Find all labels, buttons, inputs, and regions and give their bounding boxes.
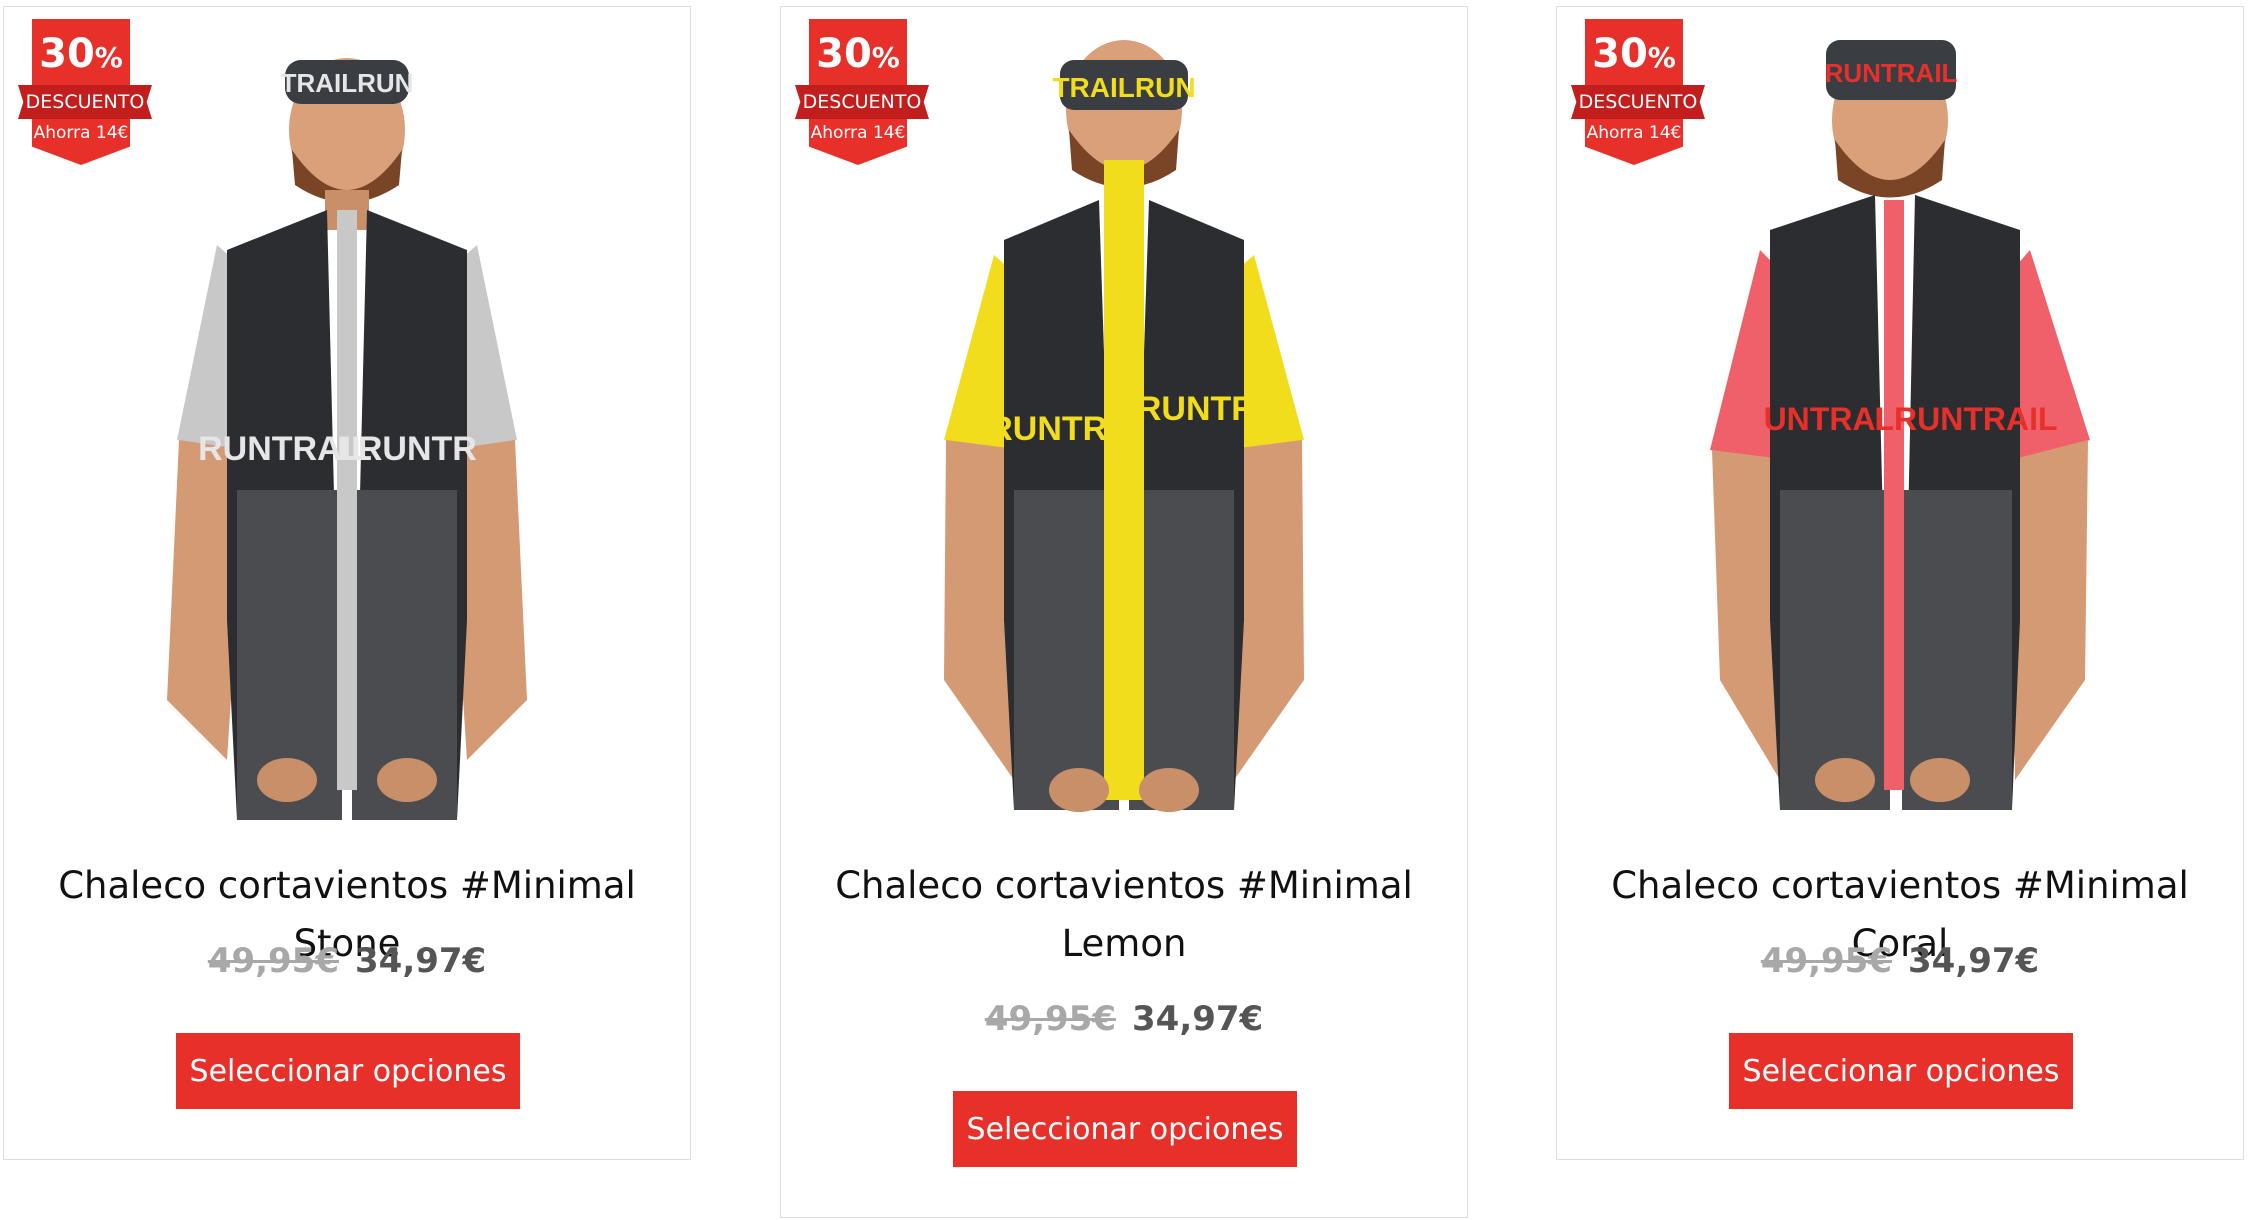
vest-illustration: TRAILRUN RUNTRA LRUNTR (944, 40, 1304, 812)
percent-sign: % (871, 41, 900, 74)
svg-text:TRAILRUN: TRAILRUN (1052, 72, 1195, 103)
select-options-button[interactable]: Seleccionar opciones (176, 1033, 520, 1109)
vest-illustration: RUNTRAIL UNTRAI LRUNTRAIL (1710, 40, 2090, 810)
product-card: RUNTRAIL UNTRAI LRUNTRAIL 30% DESCUENTO … (1556, 6, 2244, 1160)
svg-text:UNTRAI: UNTRAI (1764, 401, 1885, 437)
discount-percent: 30 (816, 31, 872, 77)
product-card: TRAILRUN RUNTRAIL LRUNTR 30% DESCUENTO A… (3, 6, 691, 1160)
old-price: 49,95€ (1760, 941, 1892, 981)
discount-label: DESCUENTO (18, 85, 152, 119)
svg-text:RUNTRAIL: RUNTRAIL (1825, 58, 1958, 88)
old-price: 49,95€ (207, 941, 339, 981)
svg-text:RUNTRA: RUNTRA (988, 410, 1132, 448)
discount-label: DESCUENTO (1571, 85, 1705, 119)
discount-label: DESCUENTO (795, 85, 929, 119)
select-options-button[interactable]: Seleccionar opciones (1729, 1033, 2073, 1109)
discount-badge: 30% DESCUENTO Ahorra 14€ (1571, 19, 1705, 165)
savings-label: Ahorra 14€ (809, 119, 907, 165)
sale-price: 34,97€ (1132, 999, 1264, 1039)
svg-text:LRUNTR: LRUNTR (337, 430, 477, 468)
discount-percent: 30 (39, 31, 95, 77)
sale-price: 34,97€ (355, 941, 487, 981)
price-block: 49,95€ 34,97€ (781, 999, 1467, 1039)
product-title[interactable]: Chaleco cortavientos #Minimal Lemon (801, 857, 1447, 973)
svg-text:LRUNTRAIL: LRUNTRAIL (1874, 401, 2057, 437)
discount-badge: 30% DESCUENTO Ahorra 14€ (795, 19, 929, 165)
savings-label: Ahorra 14€ (1585, 119, 1683, 165)
svg-text:TRAILRUN: TRAILRUN (281, 68, 414, 98)
price-block: 49,95€ 34,97€ (1557, 941, 2243, 981)
vest-illustration: TRAILRUN RUNTRAIL LRUNTR (167, 58, 527, 820)
price-block: 49,95€ 34,97€ (4, 941, 690, 981)
savings-label: Ahorra 14€ (32, 119, 130, 165)
svg-text:LRUNTR: LRUNTR (1116, 390, 1256, 428)
sale-price: 34,97€ (1908, 941, 2040, 981)
product-card: TRAILRUN RUNTRA LRUNTR 30% DESCUENTO Aho… (780, 6, 1468, 1218)
discount-percent: 30 (1592, 31, 1648, 77)
discount-badge: 30% DESCUENTO Ahorra 14€ (18, 19, 152, 165)
percent-sign: % (1647, 41, 1676, 74)
percent-sign: % (94, 41, 123, 74)
select-options-button[interactable]: Seleccionar opciones (953, 1091, 1297, 1167)
old-price: 49,95€ (984, 999, 1116, 1039)
